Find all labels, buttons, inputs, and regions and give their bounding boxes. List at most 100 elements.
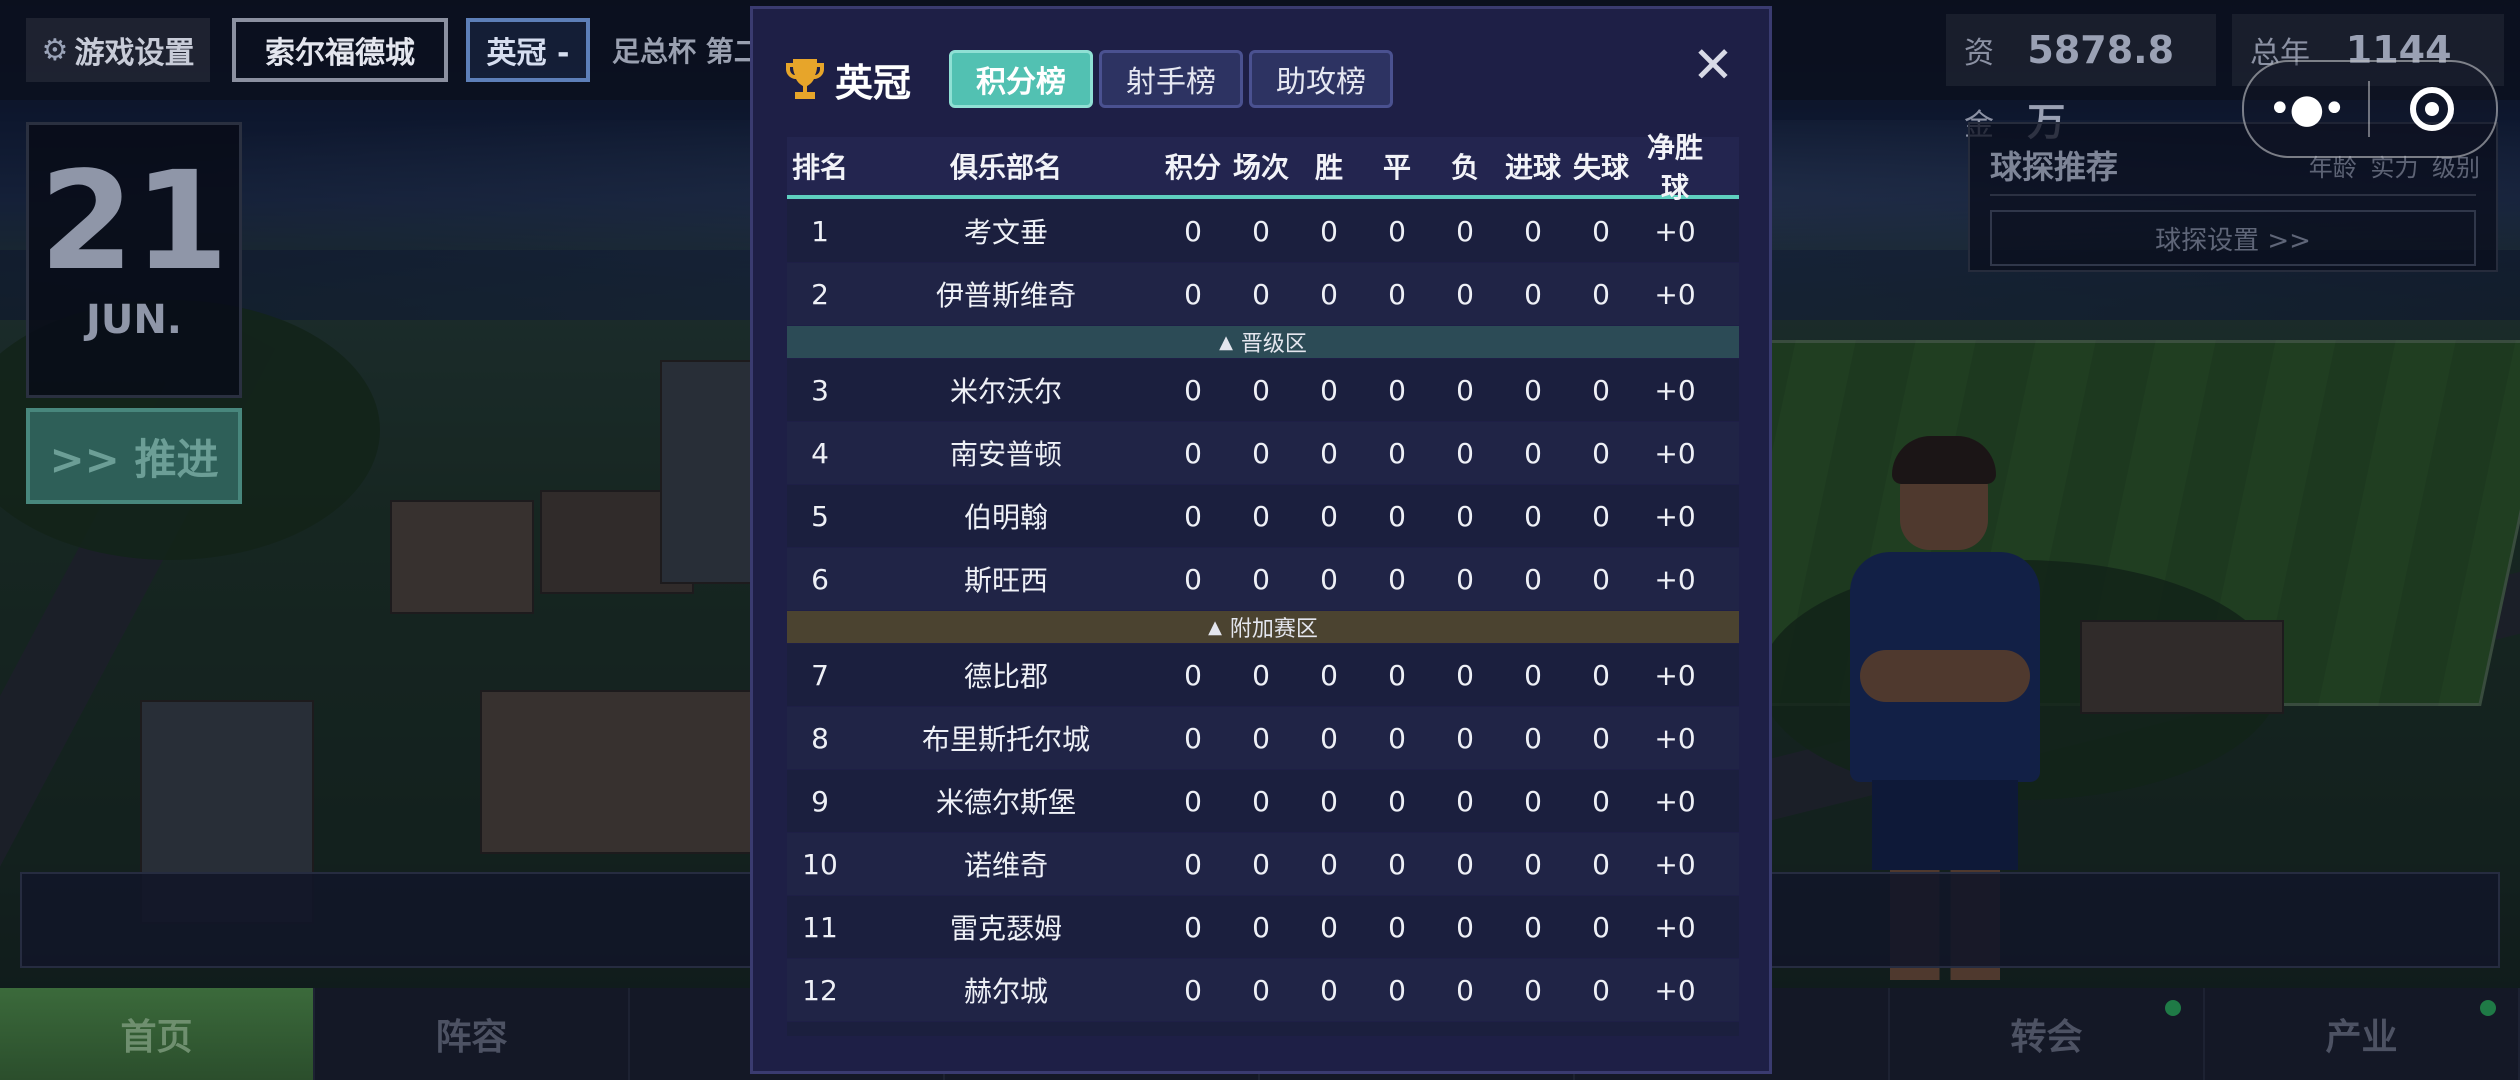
club-name: 伯明翰	[963, 501, 1048, 534]
rank: 9	[811, 784, 829, 818]
played: 0	[1252, 214, 1270, 248]
lost: 0	[1456, 721, 1474, 755]
club-name: 南安普顿	[949, 438, 1062, 471]
goals-against: 0	[1592, 499, 1610, 533]
close-miniprogram-button[interactable]	[2370, 87, 2494, 131]
cup-status[interactable]: 足总杯 第二	[612, 18, 752, 82]
points: 0	[1184, 214, 1202, 248]
table-row[interactable]: 9 米德尔斯堡 0 0 0 0 0 0 0 +0	[787, 770, 1739, 832]
table-row[interactable]: 3 米尔沃尔 0 0 0 0 0 0 0 +0	[787, 359, 1739, 421]
won: 0	[1320, 214, 1338, 248]
goals-against: 0	[1592, 721, 1610, 755]
club-name: 考文垂	[963, 216, 1048, 249]
lost: 0	[1456, 499, 1474, 533]
advance-button[interactable]: >> 推进	[26, 408, 242, 504]
played: 0	[1252, 658, 1270, 692]
played: 0	[1252, 562, 1270, 596]
drawn: 0	[1388, 436, 1406, 470]
played: 0	[1252, 499, 1270, 533]
won: 0	[1320, 277, 1338, 311]
promotion-zone-label: 晋级区	[1240, 332, 1307, 357]
played: 0	[1252, 847, 1270, 881]
goals-for: 0	[1524, 910, 1542, 944]
club-name-button[interactable]: 索尔福德城	[232, 18, 448, 82]
nav-transfer[interactable]: 转会	[1890, 988, 2205, 1080]
col-won: 胜	[1314, 151, 1343, 184]
drawn: 0	[1388, 847, 1406, 881]
goals-for: 0	[1524, 436, 1542, 470]
col-lost: 负	[1450, 151, 1479, 184]
club-name: 斯旺西	[963, 564, 1048, 597]
goals-for: 0	[1524, 277, 1542, 311]
scout-settings-button[interactable]: 球探设置 >>	[1990, 210, 2476, 266]
close-icon[interactable]: ✕	[1685, 37, 1741, 93]
club-name: 雷克瑟姆	[949, 912, 1062, 945]
goals-for: 0	[1524, 214, 1542, 248]
won: 0	[1320, 499, 1338, 533]
rank: 2	[811, 277, 829, 311]
divider	[1990, 194, 2476, 196]
goal-diff: +0	[1654, 721, 1696, 755]
date-month: JUN.	[85, 297, 183, 343]
won: 0	[1320, 562, 1338, 596]
col-points: 积分	[1164, 151, 1221, 184]
tab-top-scorers[interactable]: 射手榜	[1099, 50, 1244, 108]
playoff-zone-label: 附加赛区	[1229, 617, 1318, 642]
table-row[interactable]: 12 赫尔城 0 0 0 0 0 0 0 +0	[787, 959, 1739, 1021]
lost: 0	[1456, 847, 1474, 881]
funds-display: 资金 5878.8万	[1946, 14, 2216, 144]
points: 0	[1184, 973, 1202, 1007]
league-selector[interactable]: 英冠 -	[466, 18, 590, 82]
won: 0	[1320, 658, 1338, 692]
nav-home[interactable]: 首页	[0, 988, 315, 1080]
nav-transfer-label: 转会	[2010, 1017, 2083, 1058]
goal-diff: +0	[1654, 499, 1696, 533]
tab-top-assists[interactable]: 助攻榜	[1249, 50, 1394, 108]
rank: 5	[811, 499, 829, 533]
game-settings-button[interactable]: ⚙ 游戏设置	[26, 18, 210, 82]
goals-for: 0	[1524, 499, 1542, 533]
table-row[interactable]: 8 布里斯托尔城 0 0 0 0 0 0 0 +0	[787, 707, 1739, 769]
table-row[interactable]: 4 南安普顿 0 0 0 0 0 0 0 +0	[787, 422, 1739, 484]
goal-diff: +0	[1654, 658, 1696, 692]
table-row[interactable]: 5 伯明翰 0 0 0 0 0 0 0 +0	[787, 485, 1739, 547]
date-card: 21 JUN.	[26, 122, 242, 398]
drawn: 0	[1388, 784, 1406, 818]
points: 0	[1184, 562, 1202, 596]
notification-dot	[2480, 1000, 2496, 1016]
tab-standings[interactable]: 积分榜	[949, 50, 1094, 108]
goals-for: 0	[1524, 973, 1542, 1007]
gear-icon: ⚙	[41, 32, 69, 68]
rank: 6	[811, 562, 829, 596]
points: 0	[1184, 277, 1202, 311]
played: 0	[1252, 784, 1270, 818]
lost: 0	[1456, 436, 1474, 470]
table-row[interactable]: 10 诺维奇 0 0 0 0 0 0 0 +0	[787, 833, 1739, 895]
club-name: 赫尔城	[963, 975, 1048, 1008]
goals-for: 0	[1524, 784, 1542, 818]
date-day: 21	[39, 143, 229, 301]
scout-title: 球探推荐	[1990, 148, 2119, 186]
table-row[interactable]: 6 斯旺西 0 0 0 0 0 0 0 +0	[787, 548, 1739, 610]
trophy-icon	[786, 59, 824, 99]
col-drawn: 平	[1382, 151, 1411, 184]
lost: 0	[1456, 973, 1474, 1007]
goal-diff: +0	[1654, 973, 1696, 1007]
table-row[interactable]: 2 伊普斯维奇 0 0 0 0 0 0 0 +0	[787, 263, 1739, 325]
table-row[interactable]: 11 雷克瑟姆 0 0 0 0 0 0 0 +0	[787, 896, 1739, 958]
more-options-icon[interactable]: •●•	[2244, 86, 2368, 132]
goal-diff: +0	[1654, 373, 1696, 407]
won: 0	[1320, 847, 1338, 881]
goal-diff: +0	[1654, 847, 1696, 881]
table-row[interactable]: 1 考文垂 0 0 0 0 0 0 0 +0	[787, 200, 1739, 262]
col-club: 俱乐部名	[949, 151, 1062, 184]
played: 0	[1252, 373, 1270, 407]
col-goal-diff: 净胜球	[1646, 131, 1703, 204]
nav-industry[interactable]: 产业	[2205, 988, 2520, 1080]
goals-for: 0	[1524, 847, 1542, 881]
nav-squad[interactable]: 阵容	[315, 988, 630, 1080]
table-row[interactable]: 7 德比郡 0 0 0 0 0 0 0 +0	[787, 644, 1739, 706]
drawn: 0	[1388, 721, 1406, 755]
table-header: 排名 俱乐部名 积分 场次 胜 平 负 进球 失球 净胜球	[787, 131, 1739, 204]
played: 0	[1252, 910, 1270, 944]
